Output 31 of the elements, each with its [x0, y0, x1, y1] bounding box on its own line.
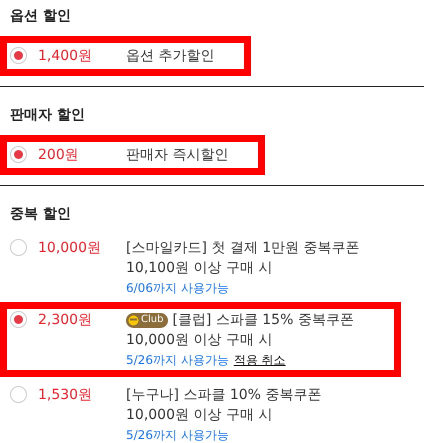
highlight-frame[interactable]: 2,300원 Club [클럽] 스파클 15% 중복쿠폰 10,000원 이상 구매 시 5/26까지 사용가능 적용 취소 [0, 302, 401, 377]
highlight-frame[interactable]: 1,400원 옵션 추가할인 [0, 36, 252, 76]
radio-button[interactable] [10, 311, 27, 328]
discount-amount: 10,000원 [38, 239, 102, 258]
coupon-condition: 10,000원 이상 구매 시 [126, 406, 274, 425]
cancel-link[interactable]: 적용 취소 [234, 350, 286, 370]
coupon-title: [클럽] 스파클 15% 중복쿠폰 [172, 311, 354, 330]
club-badge: Club [126, 312, 168, 328]
coupon-title: 판매자 즉시할인 [126, 146, 228, 165]
radio-button[interactable] [10, 146, 27, 163]
radio-button[interactable] [10, 47, 27, 64]
radio-button[interactable] [10, 239, 27, 256]
discount-amount: 200원 [38, 146, 80, 165]
validity-text: 6/06까지 사용가능 [126, 280, 229, 297]
coupon-condition: 10,000원 이상 구매 시 [126, 331, 274, 350]
coupon-title: [누구나] 스파클 10% 중복쿠폰 [126, 386, 322, 405]
section-heading: 옵션 할인 [10, 7, 72, 26]
section-heading: 판매자 할인 [10, 106, 86, 125]
highlight-frame[interactable]: 200원 판매자 즉시할인 [0, 135, 266, 175]
discount-option[interactable]: 1,530원 [누구나] 스파클 10% 중복쿠폰 10,000원 이상 구매 시 5/26까지 사용가능 [0, 381, 322, 443]
discount-option[interactable]: 10,000원 [스마일카드] 첫 결제 1만원 중복쿠폰 10,100원 이상 구매 시 6/06까지 사용가능 [0, 234, 360, 302]
discount-amount: 1,530원 [38, 386, 94, 405]
discount-amount: 1,400원 [38, 47, 94, 66]
coupon-condition: 10,100원 이상 구매 시 [126, 259, 274, 278]
discount-amount: 2,300원 [38, 311, 94, 330]
coupon-title: [스마일카드] 첫 결제 1만원 중복쿠폰 [126, 239, 360, 258]
radio-button[interactable] [10, 386, 27, 403]
validity-text: 5/26까지 사용가능 [126, 427, 229, 443]
validity-text: 5/26까지 사용가능 [126, 352, 229, 369]
coupon-title: 옵션 추가할인 [126, 47, 214, 66]
section-heading: 중복 할인 [10, 205, 72, 224]
